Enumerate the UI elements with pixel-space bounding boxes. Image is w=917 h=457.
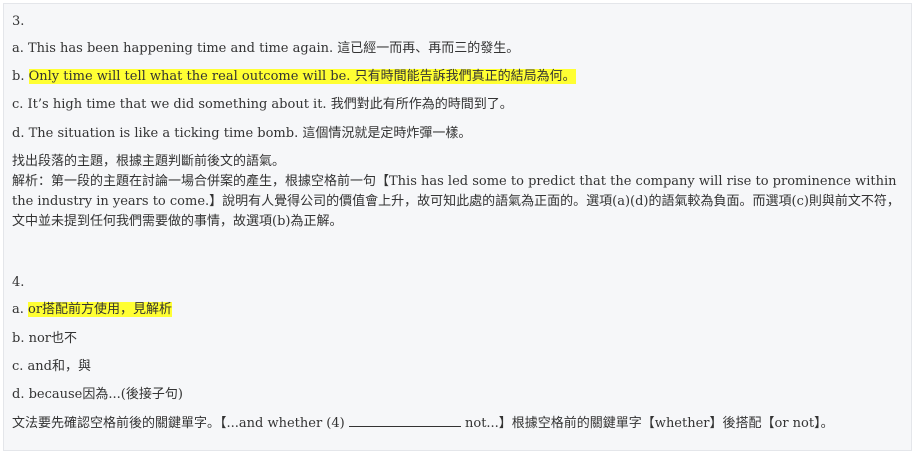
fill-in-blank [348,415,461,427]
question-4-option-d: d. because因為...(後接子句) [12,387,183,402]
option-c-text: It’s high time that we did something abo… [27,97,513,112]
question-3-number: 3. [12,14,25,29]
option-a-prefix: a. [12,41,29,56]
explanation-before-blank: 文法要先確認空格前後的關鍵單字。【...and whether (4) [12,416,349,431]
option-d-text: The situation is like a ticking time bom… [28,126,472,141]
question-3-hint: 找出段落的主題，根據主題判斷前後文的語氣。 [12,154,286,169]
option-a-prefix: a. [12,302,29,317]
question-3-option-c: c. It’s high time that we did something … [12,95,513,114]
question-3-option-d: d. The situation is like a ticking time … [12,124,471,143]
option-a-highlighted-answer: or搭配前方使用，見解析 [28,302,173,317]
question-4-option-a: a. or搭配前方使用，見解析 [12,300,173,319]
answer-panel: 3. a. This has been happening time and t… [3,3,912,451]
question-3-option-a: a. This has been happening time and time… [12,39,519,58]
explanation-after-blank: not...】根據空格前的關鍵單字【whether】後搭配【or not】。 [460,416,834,431]
option-a-text: This has been happening time and time ag… [28,41,520,56]
option-c-prefix: c. [12,97,28,112]
question-4-number: 4. [12,275,25,290]
option-b-highlighted-answer: Only time will tell what the real outcom… [28,69,576,84]
question-3-explanation: 解析：第一段的主題在討論一場合併案的產生，根據空格前一句【This has le… [12,174,900,229]
question-4-explanation: 文法要先確認空格前後的關鍵單字。【...and whether (4) not.… [12,414,834,433]
question-3-option-b: b. Only time will tell what the real out… [12,67,576,86]
option-d-prefix: d. [12,126,29,141]
question-4-option-c: c. and和，與 [12,359,91,374]
option-b-prefix: b. [12,69,29,84]
question-4-option-b: b. nor也不 [12,331,78,346]
